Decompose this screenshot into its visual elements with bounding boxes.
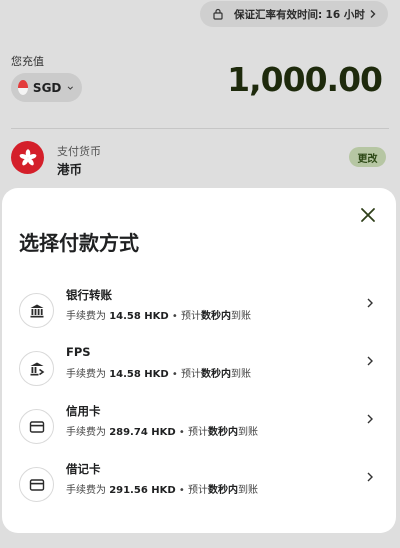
method-name: 借记卡 xyxy=(66,462,101,476)
you-pay-label: 您充值 xyxy=(11,55,44,68)
method-detail: 手续费为 14.58 HKD • 预计数秒内到账 xyxy=(66,369,251,380)
method-detail: 手续费为 14.58 HKD • 预计数秒内到账 xyxy=(66,311,251,322)
method-icon-circle xyxy=(19,467,54,502)
method-name: FPS xyxy=(66,345,91,359)
chevron-right-icon xyxy=(370,10,376,18)
method-name: 银行转账 xyxy=(66,288,112,302)
method-icon-circle xyxy=(19,409,54,444)
payment-method-fps[interactable]: FPS 手续费为 14.58 HKD • 预计数秒内到账 xyxy=(2,345,396,397)
method-icon-circle xyxy=(19,351,54,386)
chevron-right-icon xyxy=(367,472,373,482)
currency-code: SGD xyxy=(32,80,62,95)
close-icon[interactable] xyxy=(359,206,377,224)
change-button[interactable]: 更改 xyxy=(349,147,386,167)
method-detail: 手续费为 289.74 HKD • 预计数秒内到账 xyxy=(66,427,258,438)
rate-lock-pill[interactable]: 保证汇率有效时间: 16 小时 xyxy=(200,1,388,27)
sheet-title: 选择付款方式 xyxy=(19,231,139,255)
credit-card-icon xyxy=(29,420,44,433)
receive-currency-name: 港币 xyxy=(57,162,83,177)
chevron-right-icon xyxy=(367,298,373,308)
amount-value[interactable]: 1,000.00 xyxy=(227,60,383,99)
rate-lock-text: 保证汇率有效时间: 16 小时 xyxy=(234,8,365,21)
method-name: 信用卡 xyxy=(66,404,101,418)
lock-icon xyxy=(213,8,223,20)
chevron-right-icon xyxy=(367,356,373,366)
currency-selector[interactable]: SGD xyxy=(11,73,82,102)
method-icon-circle xyxy=(19,293,54,328)
chevron-down-icon xyxy=(68,85,74,90)
debit-card-icon xyxy=(29,478,44,491)
divider xyxy=(11,128,389,129)
singapore-flag-icon xyxy=(18,80,28,95)
receive-label: 支付货币 xyxy=(57,145,101,158)
fps-icon xyxy=(30,362,44,375)
hong-kong-flag-icon xyxy=(11,141,44,174)
method-detail: 手续费为 291.56 HKD • 预计数秒内到账 xyxy=(66,485,258,496)
bank-icon xyxy=(30,304,43,317)
chevron-right-icon xyxy=(367,414,373,424)
payment-method-debit-card[interactable]: 借记卡 手续费为 291.56 HKD • 预计数秒内到账 xyxy=(2,461,396,513)
payment-method-credit-card[interactable]: 信用卡 手续费为 289.74 HKD • 预计数秒内到账 xyxy=(2,403,396,455)
payment-method-bank-transfer[interactable]: 银行转账 手续费为 14.58 HKD • 预计数秒内到账 xyxy=(2,287,396,339)
